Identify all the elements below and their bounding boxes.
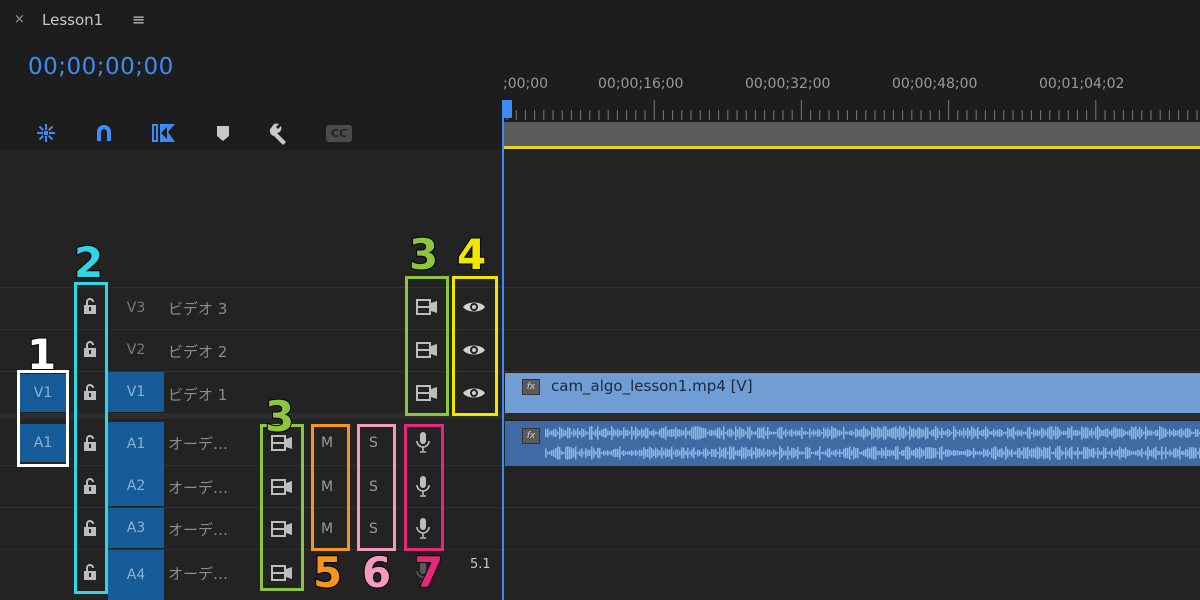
annotation-number: 2 — [73, 238, 104, 287]
annotation-box-5 — [311, 424, 350, 551]
track-divider — [504, 507, 1200, 508]
work-area-bar[interactable] — [503, 122, 1200, 147]
captions-cc-icon[interactable]: CC — [326, 120, 352, 146]
track-target-v1[interactable]: V1 — [108, 372, 164, 412]
annotation-number: 7 — [413, 548, 444, 597]
annotation-box-1 — [17, 370, 69, 467]
audio-clip[interactable]: fx — [505, 421, 1200, 466]
annotation-number: 3 — [408, 230, 439, 279]
cc-label: CC — [326, 124, 352, 142]
track-target-a1[interactable]: A1 — [108, 422, 164, 466]
ruler-label: ;00;00 — [503, 76, 549, 92]
track-name: オーデ… — [168, 435, 229, 453]
annotation-box-7 — [404, 424, 444, 551]
track-target-v3[interactable]: V3 — [108, 288, 164, 328]
track-target-a2[interactable]: A2 — [108, 466, 164, 506]
snap-nest-icon[interactable] — [33, 120, 59, 146]
playhead-handle[interactable] — [503, 100, 512, 118]
video-clip[interactable]: fx cam_algo_lesson1.mp4 [V] — [505, 373, 1200, 413]
ruler-label: 00;00;16;00 — [598, 76, 684, 92]
track-divider — [504, 371, 1200, 372]
close-panel-icon[interactable]: × — [14, 12, 25, 27]
channel-format-label: 5.1 — [470, 557, 491, 572]
annotation-number: 5 — [312, 548, 343, 597]
annotation-box-4 — [452, 276, 498, 416]
track-divider — [504, 549, 1200, 550]
track-name: オーデ… — [168, 479, 229, 497]
panel-menu-icon[interactable]: ≡ — [132, 10, 145, 29]
playhead-line[interactable] — [502, 100, 504, 600]
ruler-label: 00;01;04;02 — [1039, 76, 1125, 92]
video-audio-divider — [504, 413, 1200, 419]
track-target-a3[interactable]: A3 — [108, 508, 164, 548]
fx-badge[interactable]: fx — [522, 379, 540, 395]
clip-name: cam_algo_lesson1.mp4 [V] — [551, 377, 753, 395]
track-target-v2[interactable]: V2 — [108, 330, 164, 370]
ruler-label: 00;00;48;00 — [892, 76, 978, 92]
annotation-box-3-video — [405, 276, 449, 416]
annotation-box-6 — [357, 424, 396, 551]
annotation-number: 1 — [26, 330, 57, 379]
track-name: オーデ… — [168, 565, 229, 583]
track-name: ビデオ 2 — [168, 343, 228, 361]
track-name: ビデオ 1 — [168, 386, 228, 404]
annotation-box-2 — [74, 282, 108, 594]
sequence-tab-title[interactable]: Lesson1 — [42, 11, 103, 29]
time-ruler[interactable] — [503, 100, 1200, 122]
track-target-a4[interactable]: A4 — [108, 550, 164, 600]
track-name: オーデ… — [168, 521, 229, 539]
annotation-number: 4 — [456, 230, 487, 279]
track-divider — [504, 329, 1200, 330]
linked-selection-icon[interactable] — [151, 120, 177, 146]
annotation-box-3-audio — [260, 424, 304, 591]
annotation-number: 3 — [264, 392, 295, 441]
annotation-number: 6 — [361, 548, 392, 597]
render-status-bar — [503, 146, 1200, 149]
track-name: ビデオ 3 — [168, 300, 228, 318]
timeline-settings-wrench-icon[interactable] — [268, 120, 294, 146]
audio-waveform — [545, 426, 1200, 460]
add-marker-icon[interactable] — [210, 120, 236, 146]
ruler-label: 00;00;32;00 — [745, 76, 831, 92]
playhead-timecode[interactable]: 00;00;00;00 — [28, 54, 174, 80]
snap-magnet-icon[interactable] — [91, 120, 117, 146]
track-divider — [504, 287, 1200, 288]
